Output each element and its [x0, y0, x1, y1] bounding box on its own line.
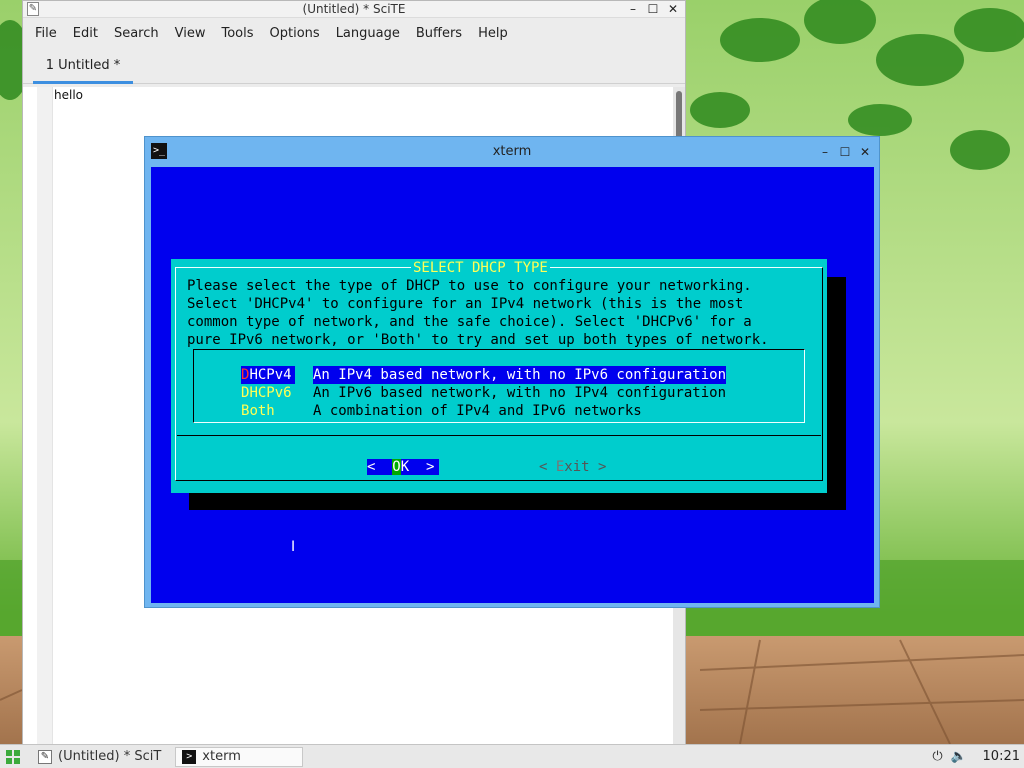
item-tag-rest: oth: [249, 403, 275, 419]
volume-icon[interactable]: 🔈: [951, 749, 967, 764]
maximize-icon[interactable]: ☐: [647, 1, 659, 17]
ok-button-post: K >: [400, 459, 435, 475]
ok-button-pre: <: [367, 459, 393, 475]
terminal-icon: >: [182, 749, 197, 764]
power-icon[interactable]: ⏻: [931, 749, 945, 764]
clock[interactable]: 10:21: [983, 749, 1020, 764]
terminal-area[interactable]: SELECT DHCP TYPE Please select the type …: [151, 167, 874, 603]
menu-options[interactable]: Options: [262, 26, 328, 41]
scite-titlebar[interactable]: ✎ (Untitled) * SciTE – ☐ ✕: [23, 1, 685, 18]
menu-view[interactable]: View: [167, 26, 214, 41]
taskbar: ✎ (Untitled) * SciT > xterm ⏻ 🔈 10:21: [0, 744, 1024, 768]
description-line: Please select the type of DHCP to use to…: [187, 278, 752, 294]
menu-tools[interactable]: Tools: [213, 26, 261, 41]
menu-item-dhcpv6[interactable]: DHCPv6 An IPv6 based network, with no IP…: [241, 384, 726, 402]
menu-edit[interactable]: Edit: [65, 26, 106, 41]
xterm-titlebar[interactable]: >_ xterm – ☐ ✕: [145, 137, 879, 166]
editor-line: hello: [54, 88, 83, 102]
description-line: Select 'DHCPv4' to configure for an IPv4…: [187, 296, 744, 312]
dialog-title: SELECT DHCP TYPE: [411, 260, 550, 276]
scite-window-title: (Untitled) * SciTE: [302, 2, 406, 16]
item-tag: Both: [241, 402, 313, 420]
minimize-icon[interactable]: –: [819, 144, 831, 160]
task-scite[interactable]: ✎ (Untitled) * SciT: [32, 747, 167, 767]
item-description: A combination of IPv4 and IPv6 networks: [313, 403, 642, 419]
close-icon[interactable]: ✕: [667, 1, 679, 17]
exit-button[interactable]: < Exit >: [539, 459, 606, 475]
description-line: common type of network, and the safe cho…: [187, 314, 752, 330]
item-tag: DHCPv4: [241, 366, 295, 384]
dialog-separator: [177, 435, 821, 436]
text-cursor-icon: I: [291, 539, 296, 555]
menu-item-dhcpv4[interactable]: DHCPv4 An IPv4 based network, with no IP…: [241, 366, 727, 384]
dialog-description: Please select the type of DHCP to use to…: [187, 277, 769, 349]
task-label: (Untitled) * SciT: [58, 749, 162, 764]
item-tag: DHCPv6: [241, 384, 313, 402]
minimize-icon[interactable]: –: [627, 1, 639, 17]
description-line: pure IPv6 network, or 'Both' to try and …: [187, 332, 769, 348]
xterm-window[interactable]: >_ xterm – ☐ ✕ SELECT DHCP TYPE Please s…: [144, 136, 880, 608]
tab-untitled[interactable]: 1 Untitled *: [33, 54, 133, 84]
system-tray: ⏻ 🔈 10:21: [931, 749, 1024, 764]
menu-file[interactable]: File: [27, 26, 65, 41]
item-tag-rest: HCPv4: [249, 367, 292, 383]
exit-button-post: xit >: [564, 459, 607, 475]
task-xterm[interactable]: > xterm: [175, 746, 304, 767]
item-tag-rest: HCPv6: [249, 385, 292, 401]
menu-buffers[interactable]: Buffers: [408, 26, 470, 41]
task-label: xterm: [202, 749, 241, 764]
editor-gutter: [37, 87, 53, 745]
menu-help[interactable]: Help: [470, 26, 516, 41]
menu-item-both[interactable]: Both A combination of IPv4 and IPv6 netw…: [241, 402, 642, 420]
ok-button-hotkey: O: [392, 459, 401, 475]
start-menu-icon[interactable]: [2, 746, 24, 768]
scite-tabbar: 1 Untitled *: [23, 48, 685, 84]
menu-search[interactable]: Search: [106, 26, 167, 41]
scite-menubar: File Edit Search View Tools Options Lang…: [23, 18, 685, 48]
xterm-window-title: xterm: [492, 144, 532, 159]
item-description: An IPv6 based network, with no IPv4 conf…: [313, 385, 727, 401]
ok-button[interactable]: < OK >: [367, 459, 439, 475]
menu-language[interactable]: Language: [328, 26, 408, 41]
scite-icon: ✎: [38, 749, 52, 764]
maximize-icon[interactable]: ☐: [839, 144, 851, 160]
close-icon[interactable]: ✕: [859, 144, 871, 160]
exit-button-pre: <: [539, 459, 556, 475]
item-description: An IPv4 based network, with no IPv6 conf…: [313, 366, 727, 384]
dhcp-dialog: SELECT DHCP TYPE Please select the type …: [171, 259, 827, 493]
